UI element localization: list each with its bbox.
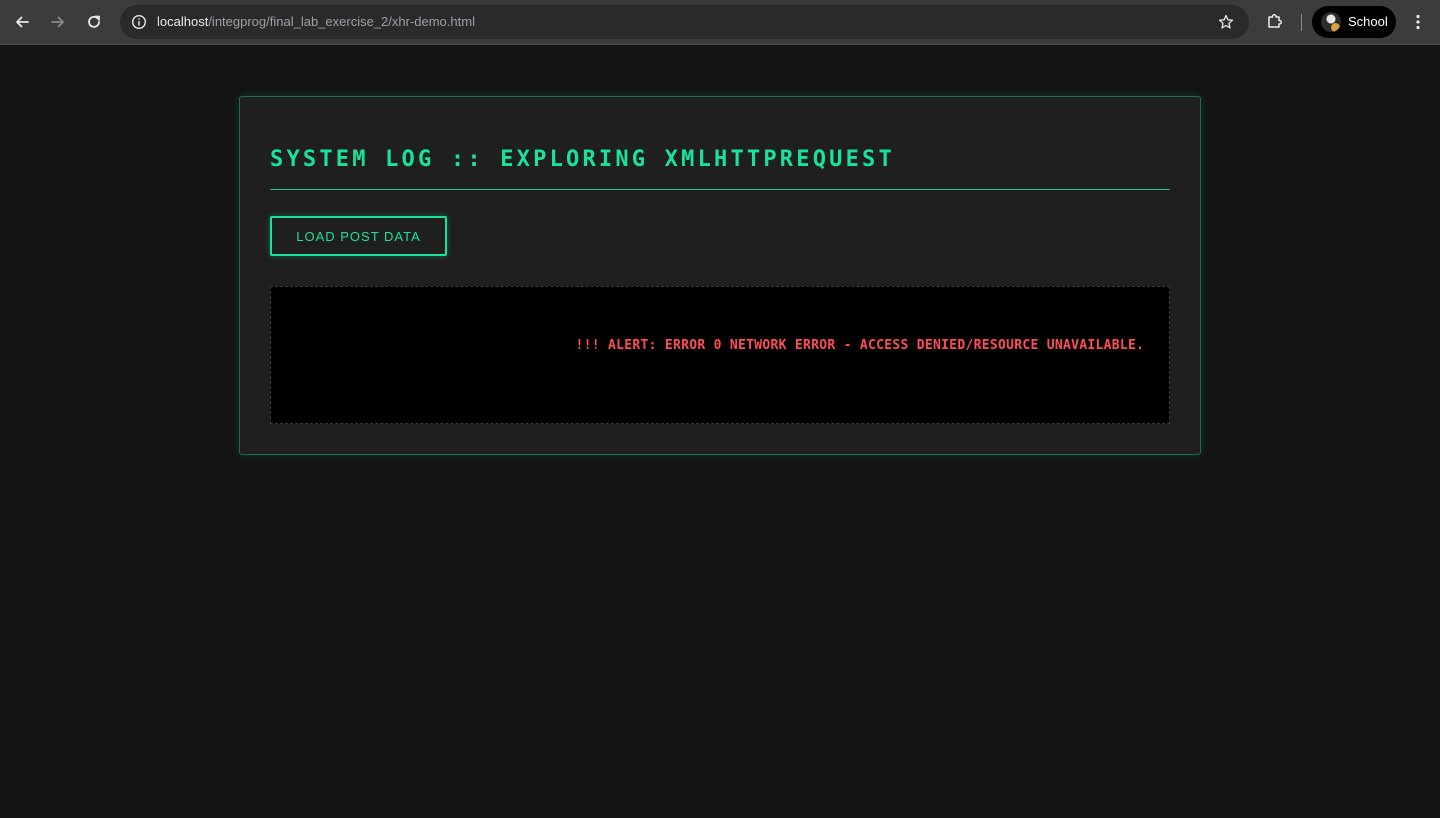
reload-button[interactable] xyxy=(80,8,108,36)
site-info-button[interactable] xyxy=(128,11,150,33)
browser-menu-button[interactable] xyxy=(1406,8,1430,36)
title-divider xyxy=(270,189,1170,190)
star-icon xyxy=(1218,14,1234,29)
page-title: SYSTEM LOG :: EXPLORING XMLHTTPREQUEST xyxy=(270,147,895,172)
profile-button[interactable]: School xyxy=(1312,6,1396,38)
url-text: localhost/integprog/final_lab_exercise_2… xyxy=(157,14,475,29)
error-message: !!! ALERT: ERROR 0 NETWORK ERROR - ACCES… xyxy=(291,338,1145,353)
avatar xyxy=(1321,12,1341,32)
back-button[interactable] xyxy=(8,8,36,36)
extensions-icon xyxy=(1268,14,1282,28)
extensions-button[interactable] xyxy=(1263,9,1287,33)
profile-name: School xyxy=(1348,14,1388,29)
load-post-data-button[interactable]: LOAD POST DATA xyxy=(270,216,447,256)
forward-button[interactable] xyxy=(44,8,72,36)
browser-toolbar: localhost/integprog/final_lab_exercise_2… xyxy=(0,0,1440,45)
bookmark-button[interactable] xyxy=(1217,13,1235,31)
forward-icon xyxy=(51,16,64,28)
system-log-panel: SYSTEM LOG :: EXPLORING XMLHTTPREQUEST L… xyxy=(239,96,1201,455)
toolbar-divider xyxy=(1301,14,1302,31)
output-console: !!! ALERT: ERROR 0 NETWORK ERROR - ACCES… xyxy=(270,286,1170,424)
url-host: localhost xyxy=(157,14,209,29)
site-info-icon xyxy=(131,14,147,30)
url-path: /integprog/final_lab_exercise_2/xhr-demo… xyxy=(208,14,475,29)
back-icon xyxy=(16,16,29,28)
address-bar[interactable]: localhost/integprog/final_lab_exercise_2… xyxy=(120,5,1249,39)
menu-icon xyxy=(1416,14,1420,30)
reload-icon xyxy=(88,15,100,28)
